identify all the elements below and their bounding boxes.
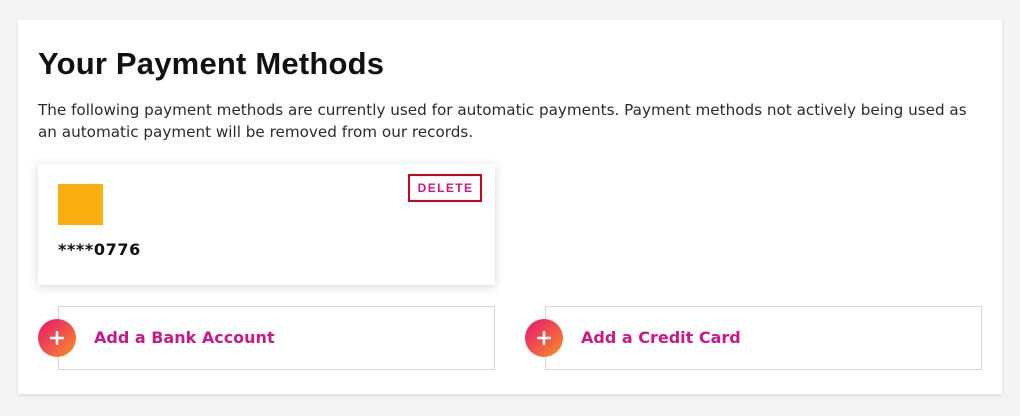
add-bank-account-label: Add a Bank Account (94, 328, 275, 347)
add-credit-card-label: Add a Credit Card (581, 328, 741, 347)
page-title: Your Payment Methods (38, 46, 385, 81)
payment-methods-panel: Your Payment Methods The following payme… (18, 20, 1002, 394)
page-description: The following payment methods are curren… (38, 101, 967, 141)
card-logo (58, 184, 103, 225)
plus-icon (38, 319, 76, 357)
plus-icon (525, 319, 563, 357)
add-credit-card-button[interactable]: Add a Credit Card (525, 306, 982, 370)
payment-method-card: ****0776 DELETE (38, 164, 495, 285)
delete-button[interactable]: DELETE (408, 174, 482, 202)
add-bank-account-button[interactable]: Add a Bank Account (38, 306, 495, 370)
card-masked-number: ****0776 (58, 240, 141, 259)
